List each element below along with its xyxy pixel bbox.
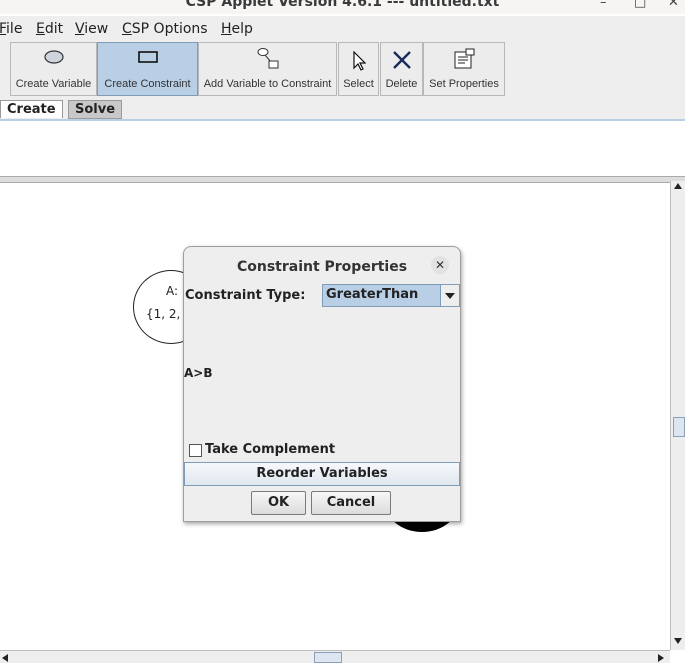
- menu-edit[interactable]: Edit: [36, 21, 63, 37]
- menu-view[interactable]: View: [75, 21, 108, 37]
- horizontal-scroll-thumb[interactable]: [314, 652, 342, 663]
- delete-label: Delete: [385, 78, 418, 90]
- split-pane-divider[interactable]: [0, 176, 685, 183]
- scroll-down-icon[interactable]: [674, 638, 682, 644]
- tab-solve[interactable]: Solve: [68, 100, 123, 119]
- set-properties-button[interactable]: Set Properties: [423, 42, 505, 96]
- create-variable-button[interactable]: Create Variable: [10, 42, 97, 96]
- maximize-icon[interactable]: □: [634, 0, 646, 10]
- toolbar: Create Variable Create Constraint Add Va…: [0, 40, 685, 98]
- dropdown-button[interactable]: [440, 285, 459, 306]
- add-variable-to-constraint-button[interactable]: Add Variable to Constraint: [198, 42, 337, 96]
- horizontal-scrollbar[interactable]: [0, 650, 670, 663]
- select-button[interactable]: Select: [338, 42, 379, 96]
- properties-sheet-icon: [454, 48, 475, 69]
- tab-create[interactable]: Create: [0, 100, 63, 118]
- scroll-left-icon[interactable]: [2, 654, 8, 662]
- menu-file[interactable]: File: [0, 21, 22, 37]
- create-constraint-label: Create Constraint: [104, 78, 191, 90]
- take-complement-label[interactable]: Take Complement: [205, 442, 335, 457]
- constraint-properties-dialog: Constraint Properties ✕ Constraint Type:…: [183, 246, 461, 522]
- ok-button[interactable]: OK: [251, 491, 306, 515]
- select-label: Select: [343, 78, 374, 90]
- tab-bar: Create Solve: [0, 98, 685, 121]
- rectangle-icon: [137, 51, 158, 63]
- constraint-expression: A>B: [184, 366, 213, 380]
- window-title: CSP Applet Version 4.6.1 --- untitled.tx…: [185, 0, 500, 10]
- ellipse-icon: [43, 50, 64, 64]
- vertical-scroll-thumb[interactable]: [673, 417, 685, 437]
- variable-node-name: A:: [166, 284, 179, 298]
- delete-button[interactable]: Delete: [380, 42, 423, 96]
- set-properties-label: Set Properties: [429, 78, 499, 90]
- dialog-title: Constraint Properties: [236, 259, 408, 275]
- menu-csp-options[interactable]: CSP Options: [122, 21, 208, 37]
- cancel-button[interactable]: Cancel: [311, 491, 391, 515]
- create-variable-label: Create Variable: [15, 78, 92, 90]
- constraint-type-label: Constraint Type:: [185, 288, 306, 303]
- chevron-down-icon: [445, 293, 455, 299]
- constraint-type-value: GreaterThan: [326, 287, 419, 302]
- close-icon[interactable]: ✕: [431, 256, 449, 274]
- menu-help[interactable]: Help: [221, 21, 253, 37]
- delete-x-icon: [392, 51, 411, 69]
- add-variable-to-constraint-label: Add Variable to Constraint: [203, 78, 332, 90]
- constraint-type-select[interactable]: GreaterThan: [322, 284, 460, 307]
- take-complement-checkbox[interactable]: [189, 444, 202, 457]
- create-constraint-button[interactable]: Create Constraint: [97, 42, 198, 96]
- scroll-up-icon[interactable]: [674, 183, 682, 189]
- minimize-icon[interactable]: –: [600, 0, 607, 10]
- cursor-arrow-icon: [352, 51, 366, 71]
- close-window-icon[interactable]: ✕: [668, 0, 679, 10]
- variable-node-domain: {1, 2,: [146, 307, 181, 321]
- connect-icon: [257, 48, 278, 69]
- vertical-scrollbar[interactable]: [670, 181, 685, 650]
- window-titlebar: CSP Applet Version 4.6.1 --- untitled.tx…: [0, 0, 685, 14]
- reorder-variables-button[interactable]: Reorder Variables: [184, 462, 460, 486]
- scroll-right-icon[interactable]: [658, 654, 664, 662]
- menu-bar: File Edit View CSP Options Help: [0, 16, 685, 41]
